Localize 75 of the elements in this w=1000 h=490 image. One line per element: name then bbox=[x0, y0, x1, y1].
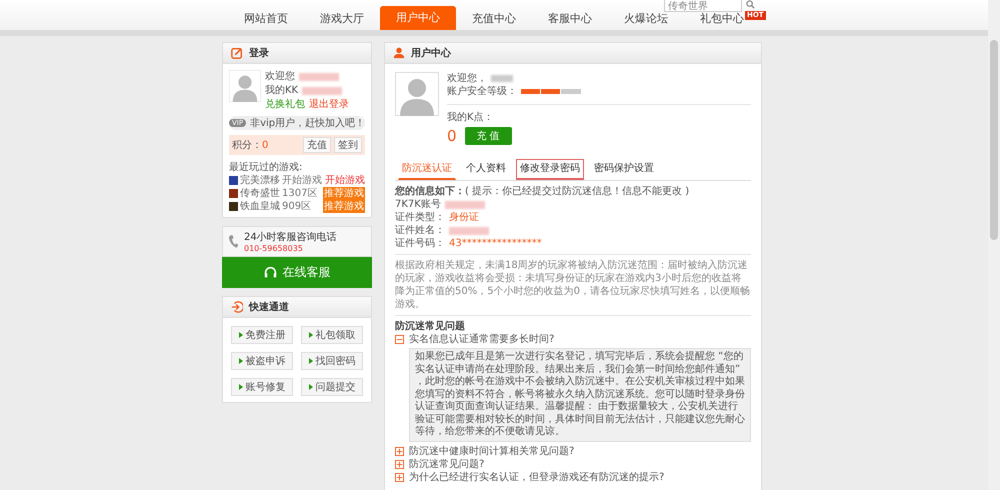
recent-games-title: 最近玩过的游戏: bbox=[229, 160, 304, 174]
tab[interactable]: 密码保护设置 bbox=[590, 159, 658, 180]
game-zone: 1307区 bbox=[282, 187, 318, 200]
user-icon bbox=[393, 47, 405, 59]
game-name[interactable]: 铁血皇城 bbox=[240, 200, 280, 213]
game-zone: 开始游戏 bbox=[282, 174, 323, 187]
nav-tab[interactable]: 充值中心 bbox=[472, 12, 516, 24]
nav-tab[interactable]: 火爆论坛 bbox=[624, 12, 668, 24]
phone-icon bbox=[228, 234, 239, 249]
game-name[interactable]: 完美漂移 bbox=[240, 174, 280, 187]
tab[interactable]: 修改登录密码 bbox=[516, 159, 584, 180]
edit-icon bbox=[231, 47, 243, 59]
game-zone: 909区 bbox=[282, 200, 312, 213]
quick-link-button[interactable]: 免费注册 bbox=[231, 326, 293, 344]
nav-tab[interactable]: 游戏大厅 bbox=[320, 12, 364, 24]
collapse-icon[interactable] bbox=[395, 335, 404, 344]
field-value: 43**************** bbox=[449, 237, 542, 250]
expand-icon[interactable] bbox=[395, 460, 404, 468]
redacted-block bbox=[299, 72, 339, 80]
field-label: 证件姓名： bbox=[395, 224, 445, 237]
gift-link[interactable]: 兑换礼包 bbox=[265, 98, 305, 111]
nav-tab[interactable]: 礼包中心 bbox=[700, 12, 744, 24]
expand-icon[interactable] bbox=[395, 446, 404, 456]
nav-tab[interactable]: 网站首页 bbox=[244, 12, 288, 24]
k-points-value: 0 bbox=[447, 130, 457, 142]
redacted-block bbox=[302, 86, 342, 94]
security-label: 账户安全等级： bbox=[447, 85, 517, 98]
panel-title: 用户中心 bbox=[411, 46, 451, 60]
field-label: 证件号码： bbox=[395, 237, 445, 250]
quick-link-button[interactable]: 问题提交 bbox=[301, 378, 363, 396]
search-field[interactable]: 传奇世界 bbox=[664, 0, 742, 12]
faq-question[interactable]: 防沉迷中健康时间计算相关常见问题? bbox=[409, 444, 574, 458]
redacted-block bbox=[444, 200, 485, 208]
logout-link[interactable]: 退出登录 bbox=[309, 98, 349, 111]
sign-in-button[interactable]: 签到 bbox=[334, 137, 362, 153]
headset-icon bbox=[264, 266, 276, 279]
redacted-block bbox=[491, 75, 513, 82]
game-name[interactable]: 传奇盛世 bbox=[240, 187, 280, 200]
start-game-link[interactable]: 开始游戏 bbox=[325, 174, 365, 187]
quick-link-button[interactable]: 找回密码 bbox=[301, 352, 363, 370]
online-service-button[interactable]: 在线客服 bbox=[222, 257, 372, 288]
panel-title: 登录 bbox=[249, 46, 269, 60]
hotline-phone: 010-59658035 bbox=[244, 244, 304, 253]
notice-text: 根据政府相关规定，未满18周岁的玩家将被纳入防沉迷范围：届时被纳入防沉迷的玩家，游戏收益将会受损：未填写身份证的玩家在游戏内3小时后您的收益将降为正常值的50%，5个小时您的收益为0，请各位玩家尽快填写姓名，以便顺畅游戏。 bbox=[395, 259, 751, 316]
faq-title: 防沉迷常见问题 bbox=[395, 320, 466, 333]
panel-title: 快速通道 bbox=[249, 300, 289, 314]
faq-question[interactable]: 为什么已经进行实名认证，但登录游戏还有防沉迷的提示? bbox=[409, 470, 664, 484]
recharge-button[interactable]: 充值 bbox=[303, 137, 331, 153]
expand-icon[interactable] bbox=[395, 472, 404, 482]
quick-link-button[interactable]: 账号修复 bbox=[231, 378, 293, 396]
welcome-text: 欢迎您 bbox=[265, 70, 295, 83]
faq-question[interactable]: 防沉迷常见问题? bbox=[409, 458, 484, 470]
field-label: 证件类型： bbox=[395, 211, 445, 224]
search-icon[interactable] bbox=[746, 0, 755, 9]
faq-question[interactable]: 实名信息认证通常需要多长时间? bbox=[409, 333, 554, 346]
nav-tab[interactable]: 客服中心 bbox=[548, 12, 592, 24]
points-label: 积分：0 bbox=[232, 139, 268, 152]
k-points-label: 我的K点： bbox=[447, 111, 494, 124]
welcome-text: 欢迎您， bbox=[447, 72, 487, 85]
quick-link-button[interactable]: 礼包领取 bbox=[301, 326, 363, 344]
scrollbar[interactable] bbox=[988, 0, 1000, 490]
enter-icon bbox=[231, 301, 243, 313]
field-value: 身份证 bbox=[449, 211, 479, 224]
vip-text: 非vip用户，赶快加入吧！ bbox=[250, 116, 366, 130]
faq-answer: 如果您已成年且是第一次进行实名登记，填写完毕后，系统会提醒您 “您的实名认证申请尚在处理阶段。结果出来后，我们会第一时间给您邮件通知” ，此时您的帐号在游戏中不会被纳入防沉迷中。在公安机关审核过程中如果您填写的资料不符合，帐号将被永久纳入防沉迷系统。您可以随时登录身份认证查询页面查询认证结果。温馨提醒： 由于数据量较大，公安机关进行验证可能需要相对较长的时间，具体时间目前无法估计，只能建议您先耐心等待，给您带来的不便敬请见谅。 bbox=[409, 348, 751, 442]
quick-link-button[interactable]: 被盗申诉 bbox=[231, 352, 293, 370]
avatar-silhouette bbox=[395, 72, 439, 116]
avatar-silhouette bbox=[229, 70, 261, 102]
hotline-title: 24小时客服咨询电话 bbox=[244, 230, 337, 244]
kk-label: 我的KK bbox=[265, 84, 298, 97]
recharge-button[interactable]: 充 值 bbox=[464, 127, 512, 145]
info-heading: 您的信息如下：( 提示：你已经提交过防沉迷信息！信息不能更改 ) bbox=[395, 185, 690, 198]
field-label: 7K7K账号 bbox=[395, 198, 441, 211]
tab[interactable]: 个人资料 bbox=[462, 159, 510, 180]
redacted-block bbox=[449, 226, 489, 234]
